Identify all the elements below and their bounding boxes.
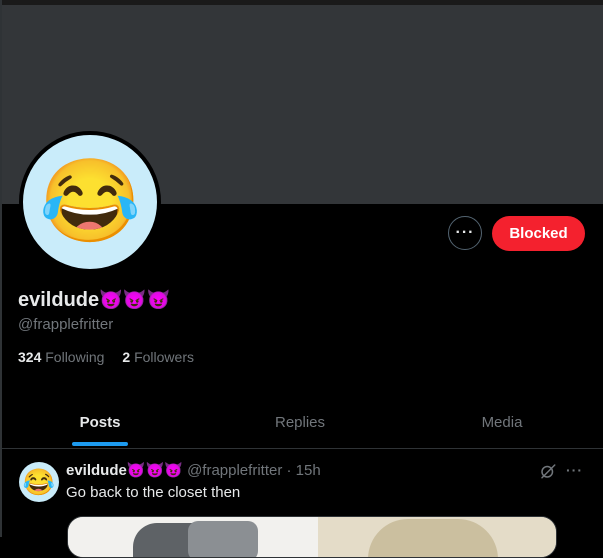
following-label: Following xyxy=(45,349,105,365)
tab-replies-label: Replies xyxy=(274,414,326,431)
tweet-header: evildude😈😈😈 @frapplefritter · 15h xyxy=(66,461,321,479)
tweet-time[interactable]: 15h xyxy=(296,462,321,479)
tweet-more-icon[interactable]: ··· xyxy=(566,462,583,478)
profile-handle: @frapplefritter xyxy=(18,316,114,333)
column-border xyxy=(0,0,2,537)
grok-icon[interactable] xyxy=(539,462,557,480)
tweet-author-name[interactable]: evildude xyxy=(66,462,127,479)
display-name-emojis: 😈😈😈 xyxy=(99,290,171,311)
active-tab-indicator xyxy=(72,442,128,446)
blocked-button[interactable]: Blocked xyxy=(492,216,585,251)
tab-posts-label: Posts xyxy=(79,414,121,431)
tab-media-label: Media xyxy=(481,414,523,431)
following-link[interactable]: 324 Following xyxy=(18,349,104,365)
display-name-text: evildude xyxy=(18,289,100,311)
tweet-avatar[interactable]: 😂 xyxy=(19,462,59,502)
followers-count: 2 xyxy=(122,349,131,365)
more-horizontal-icon: ··· xyxy=(455,224,475,241)
avatar-emoji: 😂 xyxy=(38,156,142,247)
tab-posts[interactable]: Posts xyxy=(2,397,198,448)
tweet-text: Go back to the closet then xyxy=(66,484,241,501)
followers-label: Followers xyxy=(134,349,194,365)
blocked-button-label: Blocked xyxy=(509,225,568,242)
tweet-author-handle[interactable]: @frapplefritter xyxy=(187,462,282,479)
tweet-media-image[interactable] xyxy=(67,516,557,558)
tab-replies[interactable]: Replies xyxy=(200,397,400,448)
tab-media[interactable]: Media xyxy=(402,397,602,448)
more-options-button[interactable]: ··· xyxy=(448,216,482,250)
profile-avatar[interactable]: 😂 xyxy=(19,131,161,273)
following-count: 324 xyxy=(18,349,42,365)
tweet-separator: · xyxy=(286,462,292,479)
display-name: evildude😈😈😈 xyxy=(18,288,170,312)
tweet-author-emojis: 😈😈😈 xyxy=(126,462,183,479)
followers-link[interactable]: 2 Followers xyxy=(122,349,194,365)
tweet-avatar-emoji: 😂 xyxy=(22,467,56,497)
follow-stats: 324 Following 2 Followers xyxy=(18,349,194,365)
